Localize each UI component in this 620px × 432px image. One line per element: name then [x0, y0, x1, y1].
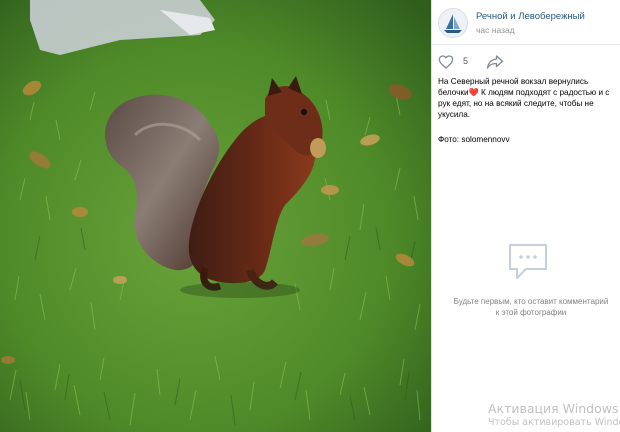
sailboat-logo-icon [439, 9, 467, 37]
photo-credit: Фото: solomennovv [438, 135, 510, 144]
post-actions: 5 [438, 53, 608, 73]
likes-count: 5 [463, 56, 469, 66]
community-avatar[interactable] [438, 8, 468, 38]
post-author[interactable]: Речной и Левобережный час назад [438, 8, 616, 38]
post-time[interactable]: час назад [476, 25, 515, 35]
squirrel-photo [0, 0, 431, 432]
header-divider [432, 44, 620, 45]
heart-emoji: ❤️ [468, 88, 479, 97]
post-info-panel: Речной и Левобережный час назад 5 На Сев… [432, 0, 620, 432]
empty-comments-message: Будьте первым, кто оставит комментарий к… [453, 297, 609, 317]
watermark-title: Активация Windows [488, 401, 619, 416]
watermark-subtitle: Чтобы активировать Windo [488, 417, 620, 428]
post-photo[interactable] [0, 0, 431, 432]
author-name-link[interactable]: Речной и Левобережный [476, 11, 585, 22]
windows-activation-watermark: Активация Windows Чтобы активировать Win… [488, 401, 620, 429]
speech-bubble-icon [506, 242, 550, 282]
heart-outline-icon[interactable] [438, 54, 454, 70]
post-caption: На Северный речной вокзал вернулись бело… [438, 76, 616, 120]
share-arrow-icon[interactable] [486, 54, 504, 70]
